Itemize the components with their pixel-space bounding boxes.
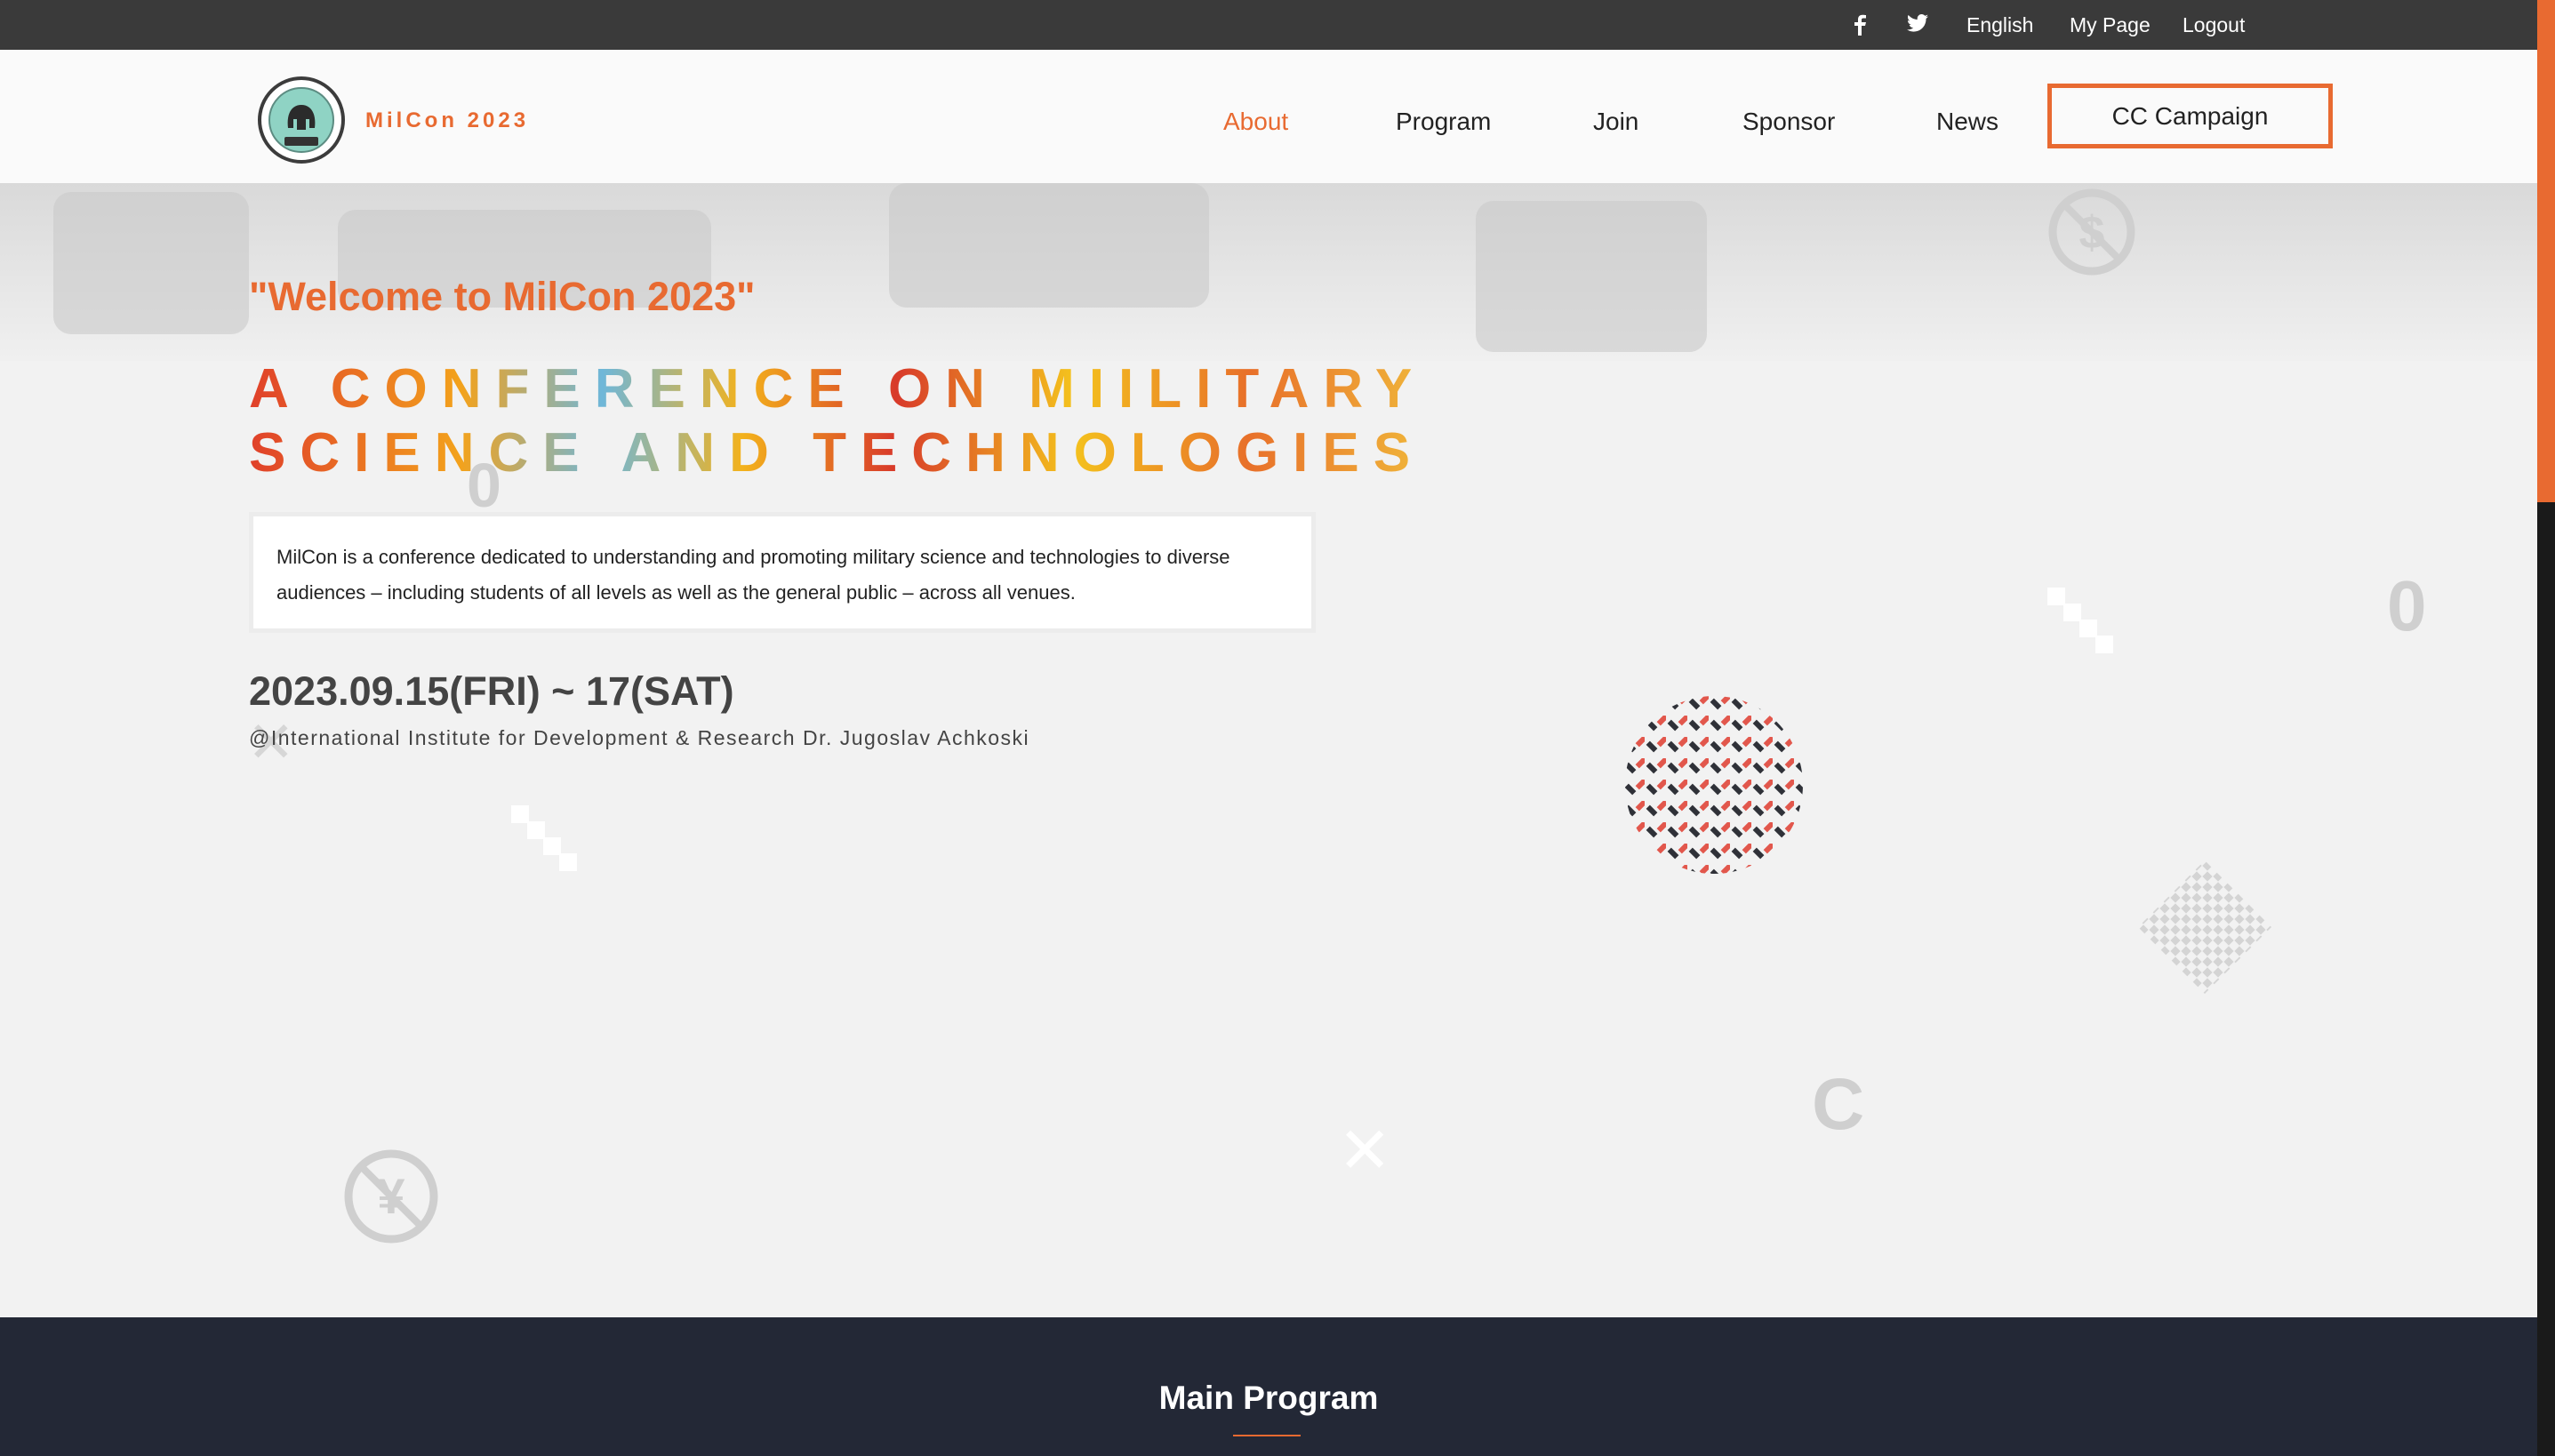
- main-program-heading: Main Program: [1158, 1380, 1379, 1416]
- page-scrollbar-thumb[interactable]: [2537, 0, 2555, 502]
- photo-shape: [889, 183, 1209, 308]
- site-header: MilCon 2023 About Program Join Sponsor N…: [0, 50, 2537, 183]
- diamond-dot-pattern-icon: [2138, 860, 2271, 998]
- my-page-link[interactable]: My Page: [2070, 0, 2151, 50]
- brand-name[interactable]: MilCon 2023: [365, 105, 529, 137]
- description-text: MilCon is a conference dedicated to unde…: [276, 546, 1230, 604]
- nav-join[interactable]: Join: [1593, 100, 1638, 144]
- language-selector[interactable]: English: [1966, 0, 2033, 50]
- cross-glyph-icon: ✕: [1338, 1116, 1392, 1187]
- nav-news[interactable]: News: [1936, 100, 1998, 144]
- logo-emblem-icon[interactable]: [258, 76, 345, 164]
- event-venue: @International Institute for Development…: [249, 726, 1030, 749]
- nav-about[interactable]: About: [1223, 100, 1288, 144]
- pixel-steps-icon: [511, 805, 578, 876]
- photo-shape: [1476, 201, 1707, 352]
- dash-pattern-circle-icon: [1623, 694, 1806, 881]
- zero-glyph-icon: 0: [2387, 566, 2427, 645]
- nav-program[interactable]: Program: [1396, 100, 1491, 144]
- copyright-glyph-icon: C: [1812, 1064, 1865, 1145]
- welcome-heading: "Welcome to MilCon 2023": [249, 274, 756, 319]
- photo-shape: [53, 192, 249, 334]
- hero-headline-line-2: SCIENCE AND TECHNOLOGIES: [249, 422, 1425, 484]
- cc-campaign-button[interactable]: CC Campaign: [2047, 84, 2333, 148]
- nav-sponsor[interactable]: Sponsor: [1742, 100, 1835, 144]
- top-utility-bar: English My Page Logout: [0, 0, 2555, 50]
- logo-ribbon: [284, 137, 318, 146]
- event-date: 2023.09.15(FRI) ~ 17(SAT): [249, 668, 734, 714]
- main-program-section: Main Program: [0, 1317, 2537, 1456]
- conference-description: MilCon is a conference dedicated to unde…: [249, 512, 1316, 633]
- hero-background-photo: [0, 183, 2537, 361]
- dollar-cancel-icon: $: [2047, 188, 2136, 281]
- hero-section: $ ¥ 0 0 C ✕ ✕: [0, 183, 2537, 1317]
- facebook-icon[interactable]: [1854, 0, 1866, 50]
- pixel-steps-icon: [2047, 588, 2114, 659]
- heading-underline: [1233, 1435, 1301, 1436]
- logout-link[interactable]: Logout: [2183, 0, 2245, 50]
- hero-headline-line-1: A CONFERENCE ON MIILITARY: [249, 358, 1427, 420]
- yen-cancel-icon: ¥: [342, 1148, 440, 1250]
- twitter-icon[interactable]: [1907, 0, 1928, 50]
